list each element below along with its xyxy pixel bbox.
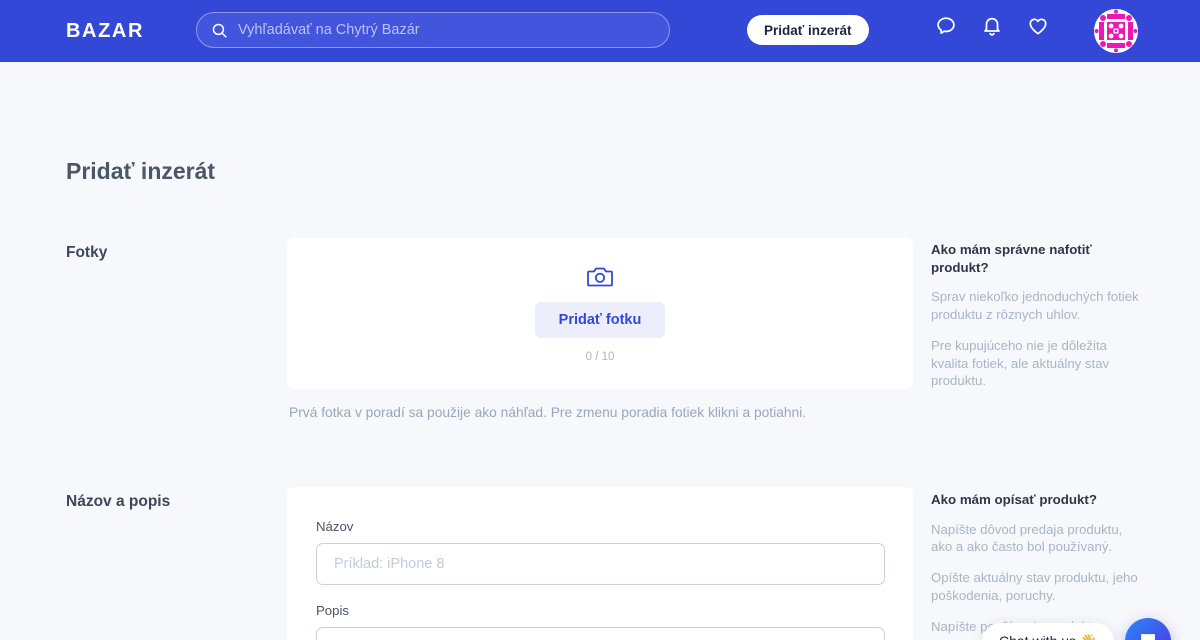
description-help-heading: Ako mám opísať produkt? bbox=[931, 492, 1097, 507]
page-title: Pridať inzerát bbox=[66, 158, 216, 184]
description-help-paragraph: Napíšte dôvod predaja produktu, ako a ak… bbox=[931, 521, 1123, 555]
title-input[interactable] bbox=[316, 543, 885, 585]
heart-icon[interactable] bbox=[1027, 15, 1049, 37]
avatar-pattern-icon bbox=[1094, 9, 1138, 53]
add-photo-button[interactable]: Pridať fotku bbox=[534, 302, 666, 338]
user-avatar[interactable] bbox=[1094, 9, 1138, 53]
bell-icon[interactable] bbox=[981, 15, 1003, 37]
chat-widget[interactable]: Chat with us 👋 bbox=[982, 618, 1172, 640]
search-bar[interactable] bbox=[196, 12, 670, 48]
description-field-block: Popis bbox=[316, 603, 885, 640]
photos-section-label: Fotky bbox=[66, 244, 108, 261]
site-header: BAZAR Pridať inzerát bbox=[0, 0, 1200, 62]
chat-icon[interactable] bbox=[935, 15, 957, 37]
chat-prompt-label[interactable]: Chat with us 👋 bbox=[982, 622, 1115, 640]
photo-counter: 0 / 10 bbox=[585, 351, 615, 363]
description-form-card: Názov Popis bbox=[287, 487, 913, 640]
chat-fab-button[interactable] bbox=[1125, 618, 1172, 640]
title-field-label: Názov bbox=[316, 519, 354, 534]
add-listing-button[interactable]: Pridať inzerát bbox=[747, 15, 869, 45]
photo-upload-card[interactable]: Pridať fotku 0 / 10 bbox=[287, 238, 913, 389]
photo-order-hint: Prvá fotka v poradí sa použije ako náhľa… bbox=[289, 405, 807, 420]
photos-help-paragraph: Pre kupujúceho nie je dôležita kvalita f… bbox=[931, 337, 1110, 389]
header-nav-icons bbox=[935, 15, 1049, 37]
photos-help-aside: Ako mám správne nafotiť produkt? Sprav n… bbox=[931, 241, 1141, 403]
camera-icon bbox=[587, 267, 613, 287]
photos-help-heading: Ako mám správne nafotiť produkt? bbox=[931, 242, 1092, 275]
search-input[interactable] bbox=[238, 22, 655, 38]
search-icon bbox=[212, 23, 227, 38]
chat-bubble-icon bbox=[1141, 634, 1156, 640]
description-textarea[interactable] bbox=[316, 627, 885, 640]
description-help-paragraph: Opíšte aktuálny stav produktu, jeho pošk… bbox=[931, 570, 1138, 603]
description-field-label: Popis bbox=[316, 603, 349, 618]
title-field-block: Názov bbox=[316, 519, 885, 585]
brand-logo[interactable]: BAZAR bbox=[66, 20, 144, 43]
photos-help-paragraph: Sprav niekoľko jednoduchých fotiek produ… bbox=[931, 289, 1139, 322]
description-section-label: Názov a popis bbox=[66, 493, 171, 510]
